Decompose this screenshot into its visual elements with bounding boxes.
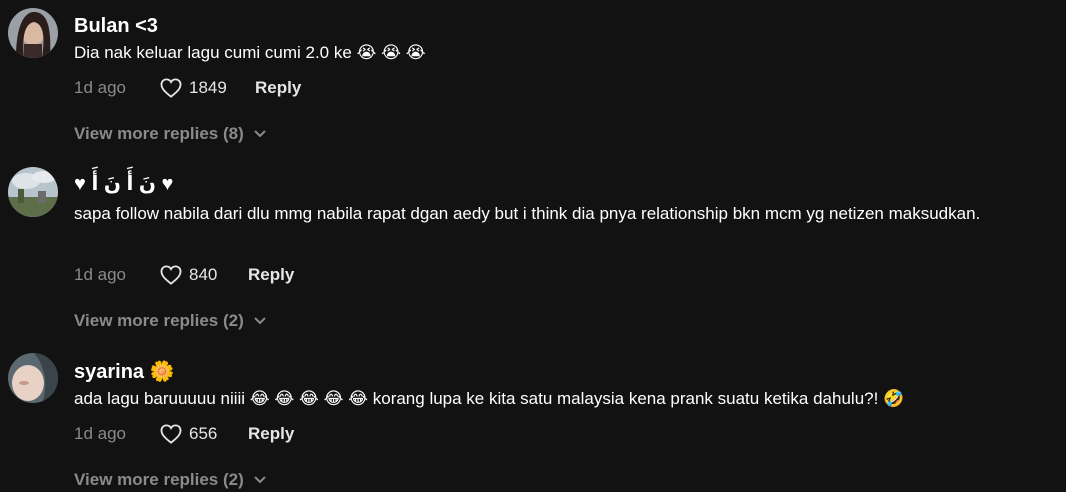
username[interactable]: ♥ نَ أَ نَ أَ ♥ xyxy=(74,172,173,196)
timestamp: 1d ago xyxy=(74,78,126,97)
comment-item: syarina 🌼 ada lagu baruuuuu niiii 😂 😂 😂 … xyxy=(0,345,1066,490)
username[interactable]: Bulan <3 xyxy=(74,14,158,38)
reply-button[interactable]: Reply xyxy=(248,263,294,287)
comment-meta: 1d ago 656 Reply xyxy=(74,422,294,446)
chevron-down-icon xyxy=(253,316,267,326)
avatar[interactable] xyxy=(8,353,58,403)
comment-item: ♥ نَ أَ نَ أَ ♥ sapa follow nabila dari … xyxy=(0,160,1066,345)
like-button[interactable]: 656 xyxy=(160,422,248,446)
chevron-down-icon xyxy=(253,475,267,485)
like-count: 656 xyxy=(189,424,218,443)
reply-button[interactable]: Reply xyxy=(248,422,294,446)
view-more-replies-button[interactable]: View more replies (2) xyxy=(74,468,267,492)
heart-outline-icon xyxy=(160,424,182,444)
view-more-replies-button[interactable]: View more replies (8) xyxy=(74,122,267,146)
comment-text: ada lagu baruuuuu niiii 😂 😂 😂 😂 😂 korang… xyxy=(74,389,905,408)
chevron-down-icon xyxy=(253,129,267,139)
like-count: 840 xyxy=(189,265,218,284)
comment-item: Bulan <3 Dia nak keluar lagu cumi cumi 2… xyxy=(0,0,1066,160)
like-button[interactable]: 1849 xyxy=(160,76,255,100)
view-more-replies-button[interactable]: View more replies (2) xyxy=(74,309,267,333)
view-more-label: View more replies (8) xyxy=(74,124,244,143)
timestamp: 1d ago xyxy=(74,424,126,443)
timestamp: 1d ago xyxy=(74,265,126,284)
comment-text: Dia nak keluar lagu cumi cumi 2.0 ke 😭 😭… xyxy=(74,43,426,62)
username[interactable]: syarina 🌼 xyxy=(74,360,175,384)
comment-meta: 1d ago 1849 Reply xyxy=(74,76,301,100)
view-more-label: View more replies (2) xyxy=(74,311,244,330)
like-button[interactable]: 840 xyxy=(160,263,248,287)
avatar[interactable] xyxy=(8,167,58,217)
avatar[interactable] xyxy=(8,8,58,58)
comment-meta: 1d ago 840 Reply xyxy=(74,263,294,287)
comment-text: sapa follow nabila dari dlu mmg nabila r… xyxy=(74,204,981,223)
like-count: 1849 xyxy=(189,78,227,97)
view-more-label: View more replies (2) xyxy=(74,470,244,489)
heart-outline-icon xyxy=(160,78,182,98)
heart-outline-icon xyxy=(160,265,182,285)
reply-button[interactable]: Reply xyxy=(255,76,301,100)
